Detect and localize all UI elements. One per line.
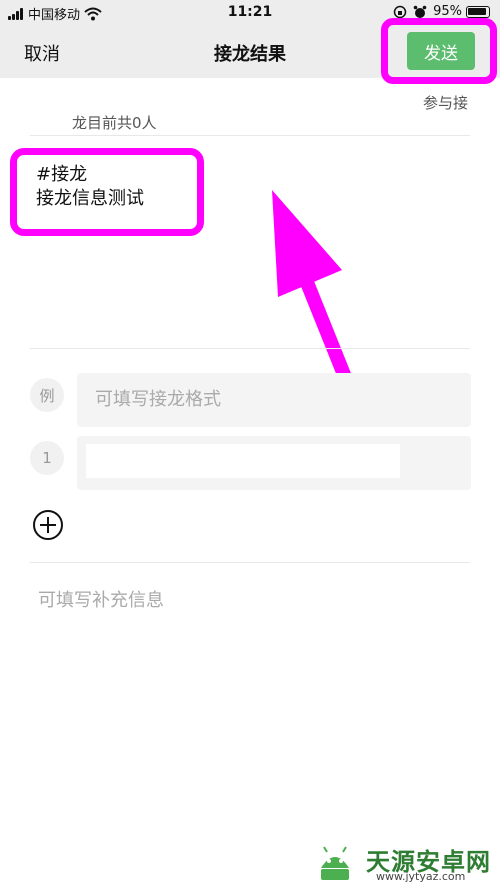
divider xyxy=(30,562,470,563)
entry-input-1[interactable] xyxy=(86,444,400,478)
status-right: 95% xyxy=(393,4,490,19)
battery-percent: 95% xyxy=(433,4,462,19)
format-placeholder: 可填写接龙格式 xyxy=(95,389,221,410)
lock-rotation-icon xyxy=(393,5,407,18)
watermark-url: www.jytyaz.com xyxy=(376,870,466,883)
divider xyxy=(30,135,470,136)
example-badge: 例 xyxy=(30,378,64,412)
send-button[interactable]: 发送 xyxy=(407,32,475,70)
row-number-badge: 1 xyxy=(30,441,64,475)
participants-text-line1: 参与接 xyxy=(422,94,468,112)
alarm-icon xyxy=(413,5,427,18)
divider xyxy=(30,348,470,349)
content-line-2[interactable]: 接龙信息测试 xyxy=(36,184,144,210)
add-row-button[interactable] xyxy=(32,509,64,541)
extra-info-input[interactable]: 可填写补充信息 xyxy=(38,586,164,612)
participants-text-line2: 龙目前共0人 xyxy=(72,114,157,132)
content-line-1[interactable]: #接龙 xyxy=(36,160,87,186)
battery-icon xyxy=(466,5,490,18)
watermark-android-logo-icon xyxy=(321,846,349,880)
